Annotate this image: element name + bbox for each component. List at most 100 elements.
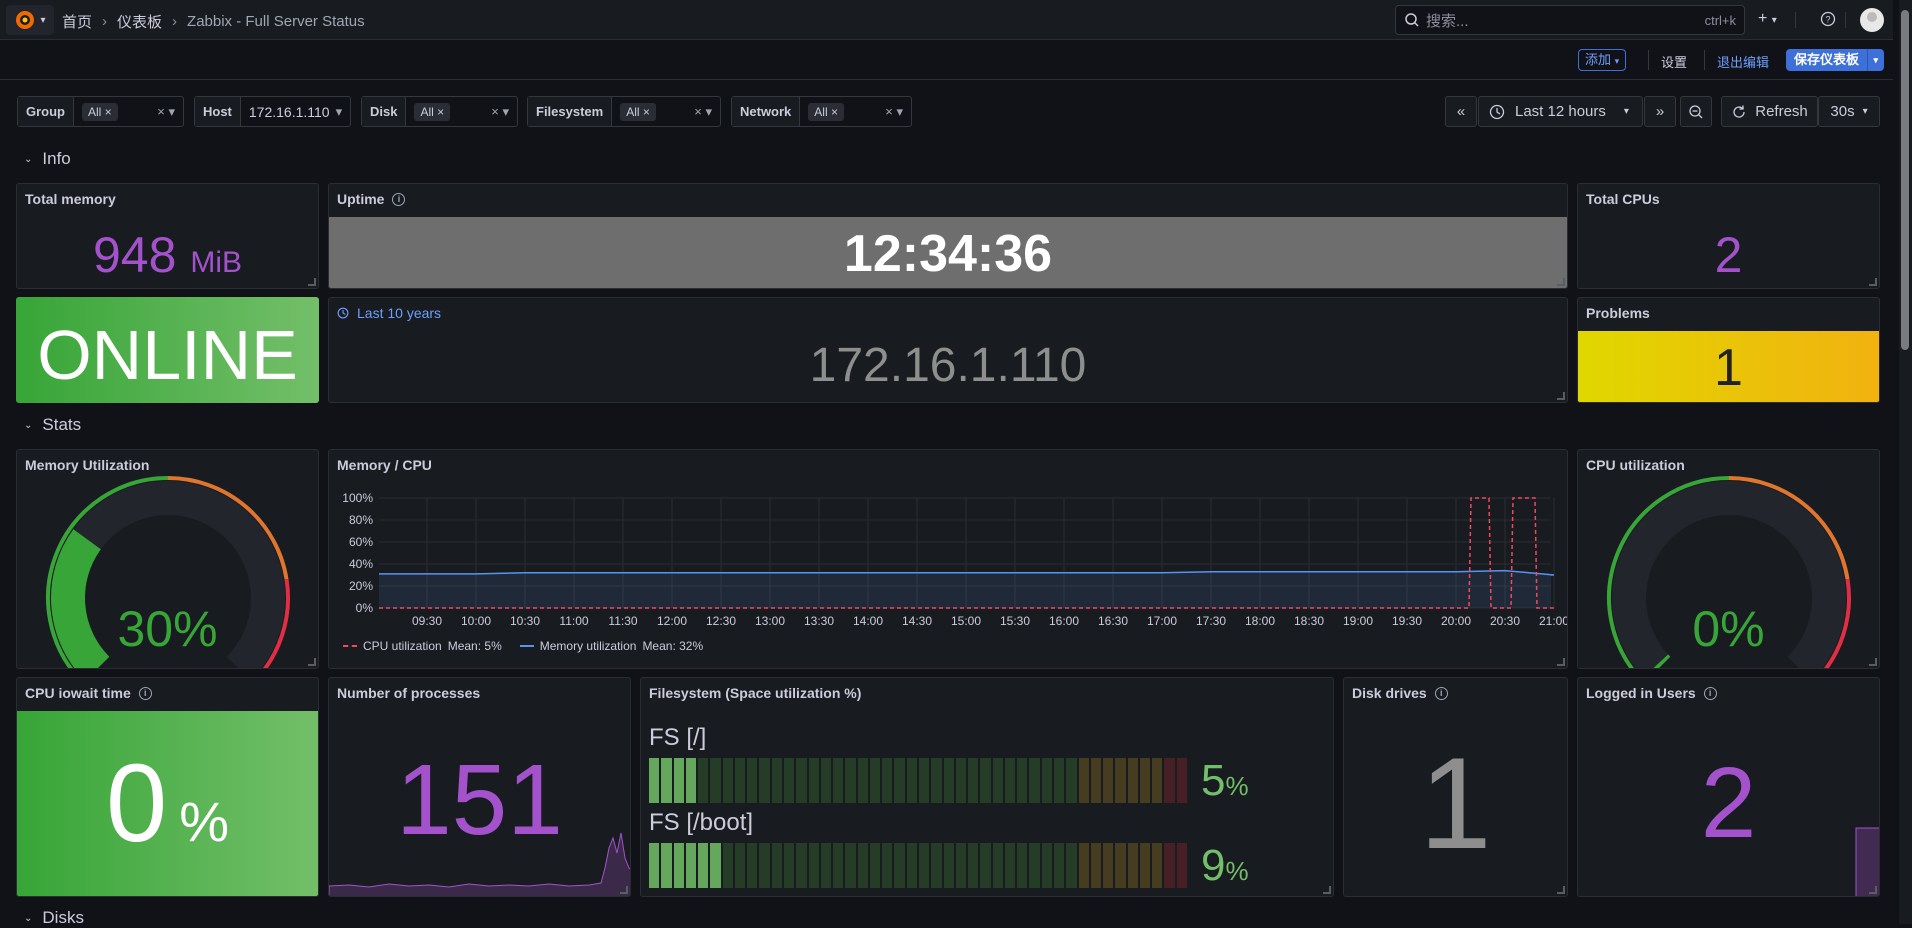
bar-gauge-cell — [833, 758, 844, 803]
resize-handle[interactable] — [1869, 658, 1877, 666]
time-forward-button[interactable]: » — [1644, 96, 1676, 127]
bar-gauge-cell — [722, 758, 733, 803]
bar-gauge-cell — [771, 843, 782, 888]
bar-gauge-cell — [1127, 758, 1138, 803]
scrollbar-thumb[interactable] — [1901, 10, 1909, 350]
x-tick-label: 16:00 — [1049, 614, 1079, 628]
info-icon[interactable]: i — [138, 686, 152, 700]
resize-handle[interactable] — [308, 278, 316, 286]
variable-disk[interactable]: Disk All × × ▾ — [361, 96, 518, 127]
row-header-stats[interactable]: ⌄ Stats — [24, 415, 81, 435]
bar-gauge-cell — [808, 758, 819, 803]
resize-handle[interactable] — [1323, 886, 1331, 894]
bar-gauge-cell — [845, 843, 856, 888]
clear-icon[interactable]: × ▾ — [491, 104, 509, 120]
panel-logged-users[interactable]: Logged in Users i 2 — [1577, 677, 1880, 897]
resize-handle[interactable] — [1557, 886, 1565, 894]
bar-gauge-cell — [1090, 758, 1102, 803]
series-area-memory — [379, 570, 1554, 608]
variable-group[interactable]: Group All × × ▾ — [17, 96, 184, 127]
panel-status[interactable]: ONLINE — [16, 297, 319, 403]
variable-chip[interactable]: All × — [620, 102, 656, 121]
bar-gauge-cell — [1176, 758, 1187, 803]
variable-chip[interactable]: All × — [414, 102, 451, 121]
clear-icon[interactable]: × ▾ — [885, 104, 903, 120]
grafana-menu-button[interactable]: ▾ — [6, 5, 54, 35]
panel-problems[interactable]: Problems 1 — [1577, 297, 1880, 403]
bar-gauge-cell — [955, 758, 967, 803]
chevron-down-icon[interactable]: ▾ — [336, 104, 343, 120]
search-input[interactable]: 搜索... ctrl+k — [1395, 5, 1745, 35]
variable-filesystem[interactable]: Filesystem All × × ▾ — [527, 96, 721, 127]
panel-memory-cpu[interactable]: Memory / CPU 100% 80% 60% 40% 20% 0% 09:30 10:0… — [328, 449, 1568, 669]
bar-gauge-cell — [980, 843, 991, 888]
plus-icon[interactable]: + ▾ — [1758, 10, 1777, 28]
legend-item-cpu[interactable]: CPU utilization — [363, 639, 442, 653]
variable-label: Group — [18, 97, 74, 126]
resize-handle[interactable] — [1557, 392, 1565, 400]
panel-cpu-utilization[interactable]: CPU utilization 0% — [1577, 449, 1880, 669]
panel-total-memory[interactable]: Total memory 948 MiB — [16, 183, 319, 289]
resize-handle[interactable] — [620, 886, 628, 894]
bar-gauge-cell — [784, 843, 795, 888]
panel-memory-utilization[interactable]: Memory Utilization 30% — [16, 449, 319, 669]
legend-item-memory[interactable]: Memory utilization — [540, 639, 637, 653]
row-header-info[interactable]: ⌄ Info — [24, 149, 71, 169]
info-icon[interactable]: i — [1434, 686, 1448, 700]
legend-mean-memory: Mean: 32% — [642, 639, 704, 653]
panel-disk-drives[interactable]: Disk drives i 1 — [1343, 677, 1568, 897]
bar-gauge-cell — [1127, 843, 1138, 888]
gauge-value: 30% — [117, 601, 218, 657]
timeseries-chart[interactable]: 100% 80% 60% 40% 20% 0% 09:30 10:00 10:30 11:00 11… — [329, 450, 1568, 669]
clear-icon[interactable]: × ▾ — [694, 104, 712, 120]
panel-host[interactable]: Last 10 years 172.16.1.110 — [328, 297, 1568, 403]
chevron-down-icon: ⌄ — [24, 912, 33, 924]
time-back-button[interactable]: « — [1445, 96, 1477, 127]
exit-edit-button[interactable]: 退出编辑 — [1717, 52, 1769, 71]
bar-gauge-cell — [734, 758, 746, 803]
refresh-button[interactable]: Refresh — [1721, 96, 1818, 127]
clear-icon[interactable]: × ▾ — [157, 104, 175, 120]
panel-cpu-iowait[interactable]: CPU iowait time i 0% — [16, 677, 319, 897]
resize-handle[interactable] — [1869, 886, 1877, 894]
search-placeholder: 搜索... — [1426, 12, 1469, 30]
refresh-interval-picker[interactable]: 30s ▾ — [1818, 96, 1880, 127]
zoom-out-button[interactable] — [1680, 96, 1712, 127]
info-icon[interactable]: i — [392, 192, 406, 206]
stat-value: 2 — [1700, 747, 1757, 859]
panel-filesystem[interactable]: Filesystem (Space utilization %) FS [/] … — [640, 677, 1334, 897]
resize-handle[interactable] — [1557, 658, 1565, 666]
bar-gauge-cell — [882, 758, 893, 803]
bar-gauge-cell — [894, 843, 905, 888]
time-range-picker[interactable]: Last 12 hours ▾ — [1478, 96, 1643, 127]
bar-gauge-boot — [649, 843, 1189, 888]
bar-gauge-cell — [968, 758, 979, 803]
panel-uptime[interactable]: Uptime i 12:34:36 — [328, 183, 1568, 289]
x-tick-label: 13:30 — [804, 614, 834, 628]
resize-handle[interactable] — [1557, 278, 1565, 286]
y-tick-label: 20% — [349, 579, 373, 593]
resize-handle[interactable] — [1869, 278, 1877, 286]
row-header-disks[interactable]: ⌄ Disks — [24, 908, 84, 928]
variable-chip[interactable]: All × — [808, 102, 844, 121]
x-tick-label: 15:00 — [951, 614, 981, 628]
legend-swatch-cpu — [343, 645, 357, 647]
save-dashboard-button[interactable]: 保存仪表板 ▾ — [1786, 49, 1884, 71]
variable-host[interactable]: Host 172.16.1.110 ▾ — [194, 96, 351, 127]
variable-network[interactable]: Network All × × ▾ — [731, 96, 912, 127]
bar-gauge-cell — [943, 758, 954, 803]
bar-gauge-cell — [796, 843, 807, 888]
panel-total-cpus[interactable]: Total CPUs 2 — [1577, 183, 1880, 289]
panel-processes[interactable]: Number of processes 151 — [328, 677, 631, 897]
user-avatar[interactable] — [1860, 8, 1884, 32]
stat-value: 12:34:36 — [843, 225, 1053, 283]
breadcrumb-dashboards[interactable]: 仪表板 — [117, 11, 162, 32]
add-button[interactable]: 添加 ▾ — [1578, 49, 1627, 71]
settings-button[interactable]: 设置 — [1661, 52, 1687, 71]
variable-chip[interactable]: All × — [82, 102, 118, 121]
breadcrumb-home[interactable]: 首页 — [62, 11, 92, 32]
resize-handle[interactable] — [308, 658, 316, 666]
help-icon[interactable]: ? — [1820, 11, 1836, 32]
stat-value: 1 — [1419, 730, 1492, 876]
chevron-down-icon[interactable]: ▾ — [1867, 49, 1878, 71]
